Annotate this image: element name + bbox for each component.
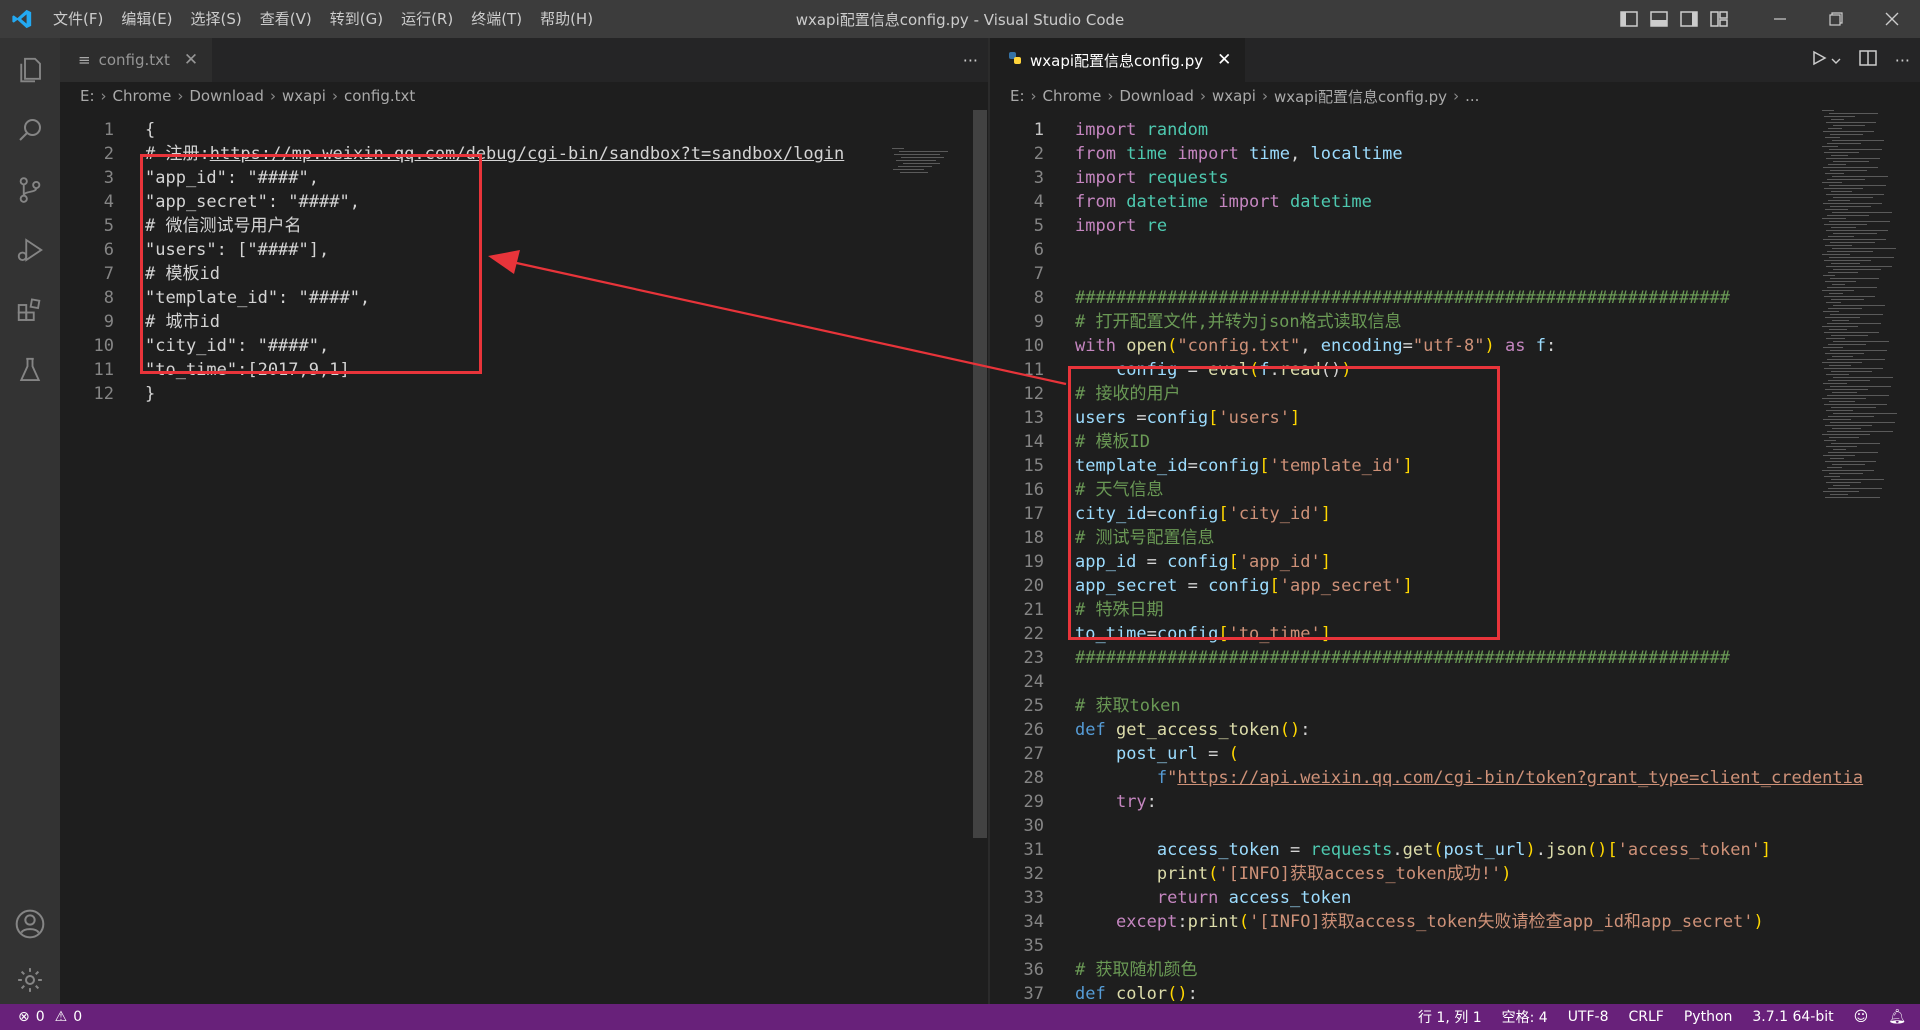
problems-indicator[interactable]: ⊗ 0 ⚠ 0	[0, 1009, 82, 1025]
python-interpreter[interactable]: 3.7.1 64-bit	[1752, 1009, 1833, 1025]
notifications-bell-icon[interactable]: 🔔︎	[1888, 1009, 1906, 1025]
warning-count: 0	[73, 1009, 83, 1025]
line-endings[interactable]: CRLF	[1629, 1009, 1664, 1025]
feedback-icon[interactable]: ☺	[1854, 1009, 1869, 1025]
error-count: 0	[35, 1009, 45, 1025]
indentation[interactable]: 空格: 4	[1502, 1007, 1548, 1027]
cursor-position[interactable]: 行 1, 列 1	[1418, 1007, 1482, 1027]
annotation-arrow	[488, 250, 1067, 386]
language-mode[interactable]: Python	[1684, 1009, 1733, 1025]
encoding[interactable]: UTF-8	[1568, 1009, 1609, 1025]
warning-icon: ⚠	[54, 1009, 68, 1025]
status-bar: ⊗ 0 ⚠ 0 行 1, 列 1 空格: 4 UTF-8 CRLF Python 3…	[0, 1004, 1920, 1030]
error-icon: ⊗	[18, 1009, 30, 1025]
